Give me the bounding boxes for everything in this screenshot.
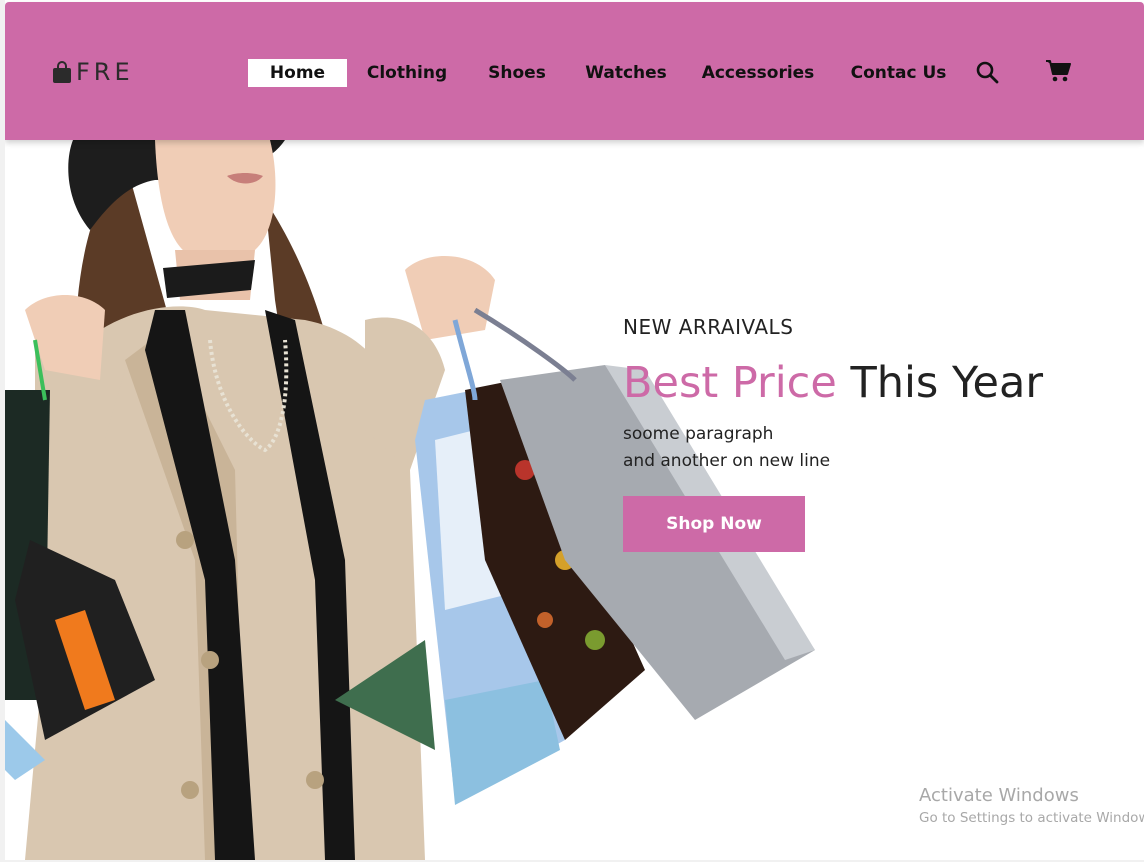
nav-watches-link[interactable]: Watches — [579, 59, 673, 87]
page: FRE Home Clothing Shoes Watches Accessor… — [5, 0, 1144, 860]
search-icon[interactable] — [975, 60, 999, 84]
cart-icon[interactable] — [1045, 59, 1071, 83]
nav-contact-link[interactable]: Contac Us — [844, 59, 953, 87]
hero-title-rest: This Year — [850, 358, 1044, 408]
brand-name: FRE — [76, 58, 134, 86]
shop-now-button[interactable]: Shop Now — [623, 496, 805, 552]
nav-accessories-link[interactable]: Accessories — [699, 59, 817, 87]
navbar: FRE Home Clothing Shoes Watches Accessor… — [5, 2, 1144, 140]
windows-activation-watermark: Activate Windows Go to Settings to activ… — [919, 785, 1144, 828]
watermark-line-1: Activate Windows — [919, 785, 1079, 806]
nav-shoes-link[interactable]: Shoes — [481, 59, 553, 87]
hero-paragraph-line-2: and another on new line — [623, 451, 831, 471]
watermark-line-2: Go to Settings to activate Windows. — [919, 810, 1144, 826]
hero-paragraph-line-1: soome paragraph — [623, 424, 774, 444]
hero-subtitle: NEW ARRAIVALS — [623, 315, 794, 339]
shopping-bag-icon — [53, 61, 71, 83]
hero-text: NEW ARRAIVALS Best Price This Year soome… — [623, 313, 1043, 552]
nav-home-link[interactable]: Home — [248, 59, 347, 87]
hero-title: Best Price This Year — [623, 357, 1043, 409]
brand-logo[interactable]: FRE — [52, 59, 134, 85]
nav-clothing-link[interactable]: Clothing — [357, 59, 457, 87]
hero-paragraph: soome paragraph and another on new line — [623, 421, 1043, 475]
hero-title-accent: Best Price — [623, 358, 837, 408]
